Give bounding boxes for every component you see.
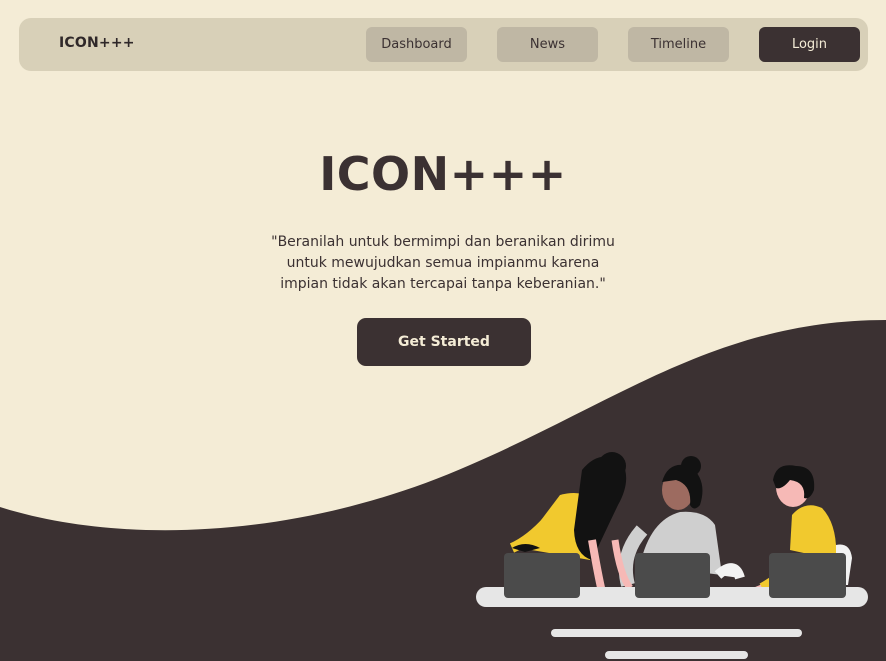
hero-title: ICON+++	[319, 147, 567, 201]
laptop-left	[504, 553, 580, 598]
navbar: ICON+++ Dashboard News Timeline Login	[19, 18, 868, 71]
laptop-right	[769, 553, 846, 598]
login-button[interactable]: Login	[759, 27, 860, 62]
nav-brand-logo[interactable]: ICON+++	[59, 35, 135, 51]
nav-dashboard-button[interactable]: Dashboard	[366, 27, 467, 62]
hero-quote: "Beranilah untuk bermimpi dan beranikan …	[271, 234, 615, 292]
laptop-middle	[635, 553, 710, 598]
floor-line-2	[605, 651, 748, 659]
nav-news-button[interactable]: News	[497, 27, 598, 62]
nav-timeline-button[interactable]: Timeline	[628, 27, 729, 62]
get-started-button[interactable]: Get Started	[357, 318, 531, 366]
floor-line-1	[551, 629, 802, 637]
